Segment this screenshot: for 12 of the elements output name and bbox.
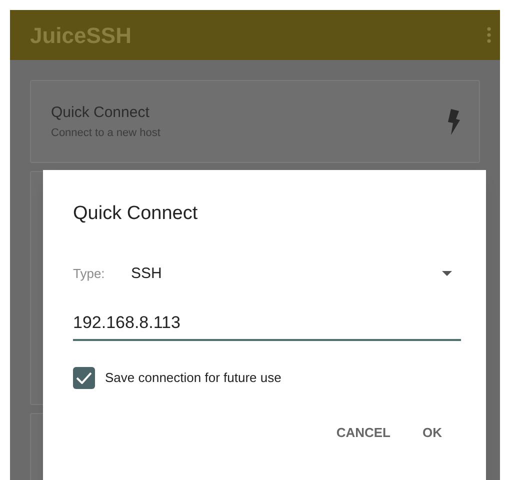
check-icon	[76, 372, 92, 384]
save-label: Save connection for future use	[105, 369, 282, 388]
caret-icon	[442, 271, 452, 276]
save-checkbox[interactable]	[73, 367, 95, 389]
type-dropdown[interactable]: SSH	[131, 262, 452, 285]
dialog-button[interactable]: OK	[416, 419, 448, 446]
type-label: Type:	[73, 265, 106, 283]
card-title: Quick Connect	[51, 103, 150, 123]
dialog-button[interactable]: CANCEL	[330, 419, 396, 446]
lightning-icon	[447, 108, 461, 134]
dialog-title: Quick Connect	[73, 202, 199, 226]
host-input-field[interactable]: 192.168.8.113	[73, 307, 461, 341]
